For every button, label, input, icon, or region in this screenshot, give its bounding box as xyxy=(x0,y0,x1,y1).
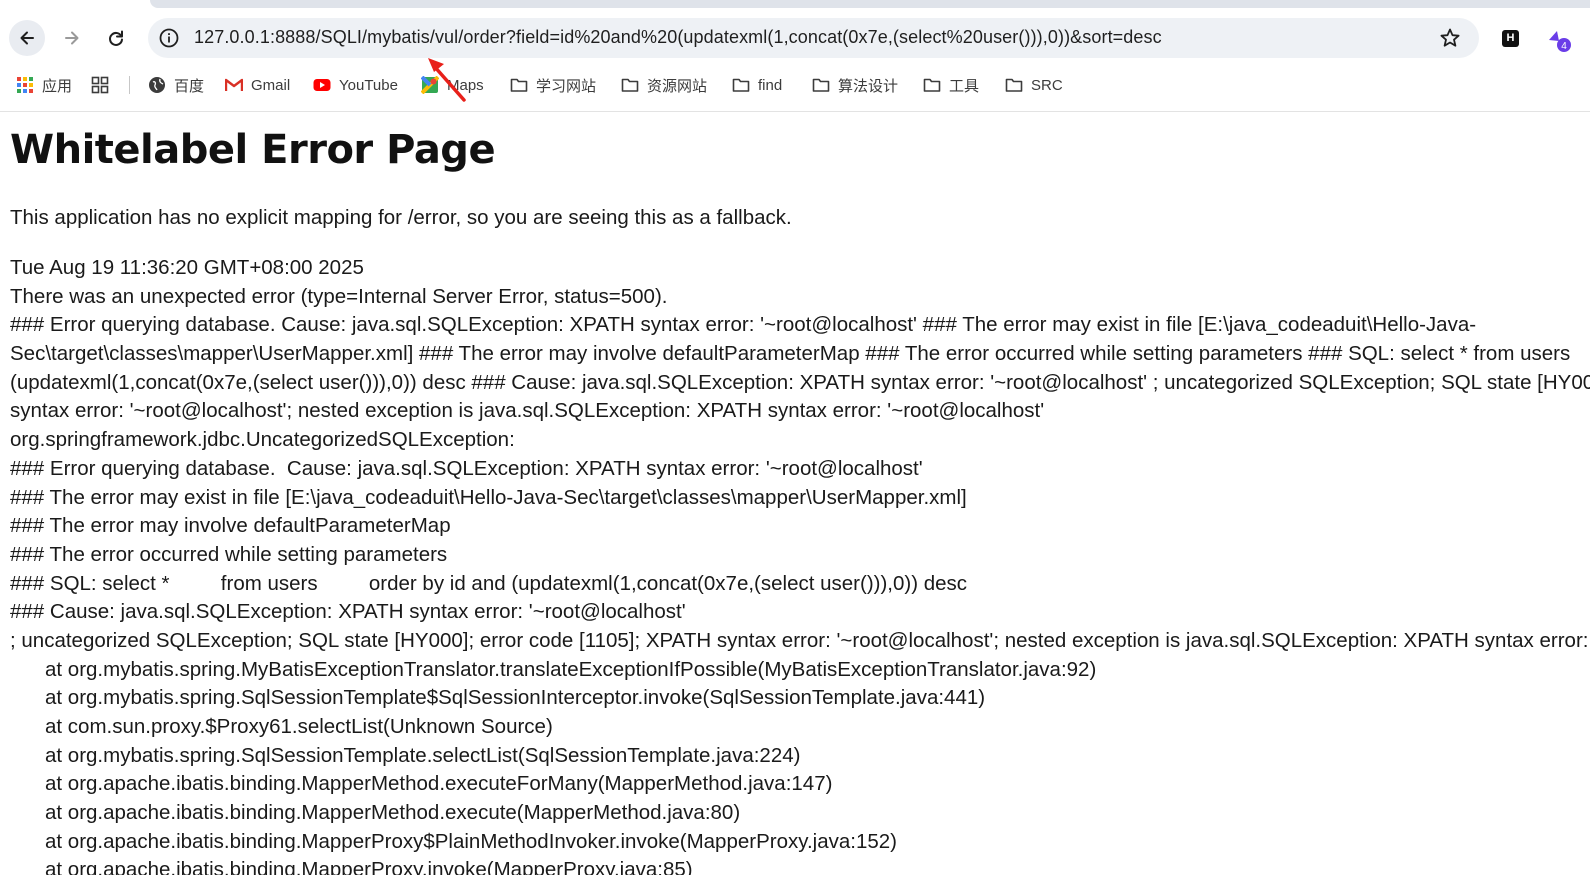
bookmarks-bar: 应用 百度 Gmail YouTube Maps 学习网站 资源网站 find … xyxy=(0,70,1590,100)
folder-icon xyxy=(923,78,941,92)
error-detail-line: Sec\target\classes\mapper\UserMapper.xml… xyxy=(10,342,1571,366)
error-detail-line: at org.mybatis.spring.MyBatisExceptionTr… xyxy=(45,657,1097,681)
error-detail-line: ; uncategorized SQLException; SQL state … xyxy=(10,628,1590,652)
bookmark-baidu[interactable]: 百度 xyxy=(148,73,204,97)
bookmarks-divider xyxy=(129,76,130,94)
bookmark-folder-tools[interactable]: 工具 xyxy=(923,73,979,97)
bookmark-star-icon[interactable] xyxy=(1439,27,1461,49)
bookmark-folder-resources[interactable]: 资源网站 xyxy=(621,73,707,97)
error-detail-line: org.springframework.jdbc.UncategorizedSQ… xyxy=(10,428,515,452)
error-detail-line: at org.apache.ibatis.binding.MapperProxy… xyxy=(45,858,693,875)
url-text[interactable]: 127.0.0.1:8888/SQLI/mybatis/vul/order?fi… xyxy=(194,27,1162,48)
bookmark-label: SRC xyxy=(1031,76,1063,94)
bookmark-label: find xyxy=(758,76,783,94)
bookmark-folder-find[interactable]: find xyxy=(732,73,782,97)
bookmark-label: 百度 xyxy=(174,77,205,95)
extension-badge-count: 4 xyxy=(1561,41,1567,52)
maps-icon xyxy=(421,76,439,94)
site-info-icon[interactable] xyxy=(158,27,180,49)
bookmark-gmail[interactable]: Gmail xyxy=(225,73,290,97)
bookmark-label: 应用 xyxy=(42,77,73,95)
bookmark-tab-groups[interactable] xyxy=(91,73,117,97)
error-detail-line: syntax error: '~root@localhost'; nested … xyxy=(10,399,1045,423)
bookmark-label: 学习网站 xyxy=(536,77,597,95)
page-title: Whitelabel Error Page xyxy=(10,127,496,173)
error-detail-line: at org.mybatis.spring.SqlSessionTemplate… xyxy=(45,743,801,767)
bookmark-label: 资源网站 xyxy=(647,77,708,95)
folder-icon xyxy=(510,78,528,92)
back-button[interactable] xyxy=(9,20,45,56)
browser-chrome: 127.0.0.1:8888/SQLI/mybatis/vul/order?fi… xyxy=(0,0,1590,112)
error-detail-line: at org.apache.ibatis.binding.MapperProxy… xyxy=(45,829,897,853)
apps-grid-icon xyxy=(17,77,33,93)
bookmark-label: Gmail xyxy=(251,76,291,94)
gmail-icon xyxy=(225,78,243,91)
error-detail-line: ### Cause: java.sql.SQLException: XPATH … xyxy=(10,600,686,624)
bookmark-label: 工具 xyxy=(949,77,980,95)
bookmark-maps[interactable]: Maps xyxy=(421,73,484,97)
error-detail-line: Tue Aug 19 11:36:20 GMT+08:00 2025 xyxy=(10,256,364,279)
folder-icon xyxy=(732,78,750,92)
globe-icon xyxy=(149,77,165,93)
bookmark-folder-study[interactable]: 学习网站 xyxy=(510,73,596,97)
folder-icon xyxy=(1005,78,1023,92)
error-detail-line: at org.apache.ibatis.binding.MapperMetho… xyxy=(45,772,833,796)
error-detail-line: ### The error may exist in file [E:\java… xyxy=(10,485,967,509)
error-detail-line: ### SQL: select * from users order by id… xyxy=(10,571,968,595)
error-detail-line: ### The error occurred while setting par… xyxy=(10,542,448,566)
error-detail-line: (updatexml(1,concat(0x7e,(select user())… xyxy=(10,370,1590,394)
extension-badge-icon[interactable]: 4 xyxy=(1547,28,1571,52)
forward-button[interactable] xyxy=(54,20,90,56)
folder-icon xyxy=(812,78,830,92)
bookmark-label: 算法设计 xyxy=(838,77,899,95)
reload-button[interactable] xyxy=(98,20,134,56)
bookmark-apps[interactable]: 应用 xyxy=(16,73,72,97)
arrow-right-icon xyxy=(65,31,79,45)
error-description: This application has no explicit mapping… xyxy=(10,206,792,229)
youtube-icon xyxy=(313,79,331,91)
reload-icon xyxy=(109,30,123,46)
error-detail-line: There was an unexpected error (type=Inte… xyxy=(10,284,668,308)
error-detail-line: at org.apache.ibatis.binding.MapperMetho… xyxy=(45,801,741,825)
error-detail-line: ### Error querying database. Cause: java… xyxy=(10,313,1477,337)
error-detail-line: ### The error may involve defaultParamet… xyxy=(10,514,451,538)
bookmark-label: YouTube xyxy=(339,76,398,94)
tab-groups-icon xyxy=(91,76,109,94)
address-bar[interactable]: 127.0.0.1:8888/SQLI/mybatis/vul/order?fi… xyxy=(148,18,1479,58)
bookmark-youtube[interactable]: YouTube xyxy=(313,73,398,97)
extension-h-icon[interactable]: H xyxy=(1502,30,1519,47)
folder-icon xyxy=(621,78,639,92)
bookmark-folder-algorithm[interactable]: 算法设计 xyxy=(812,73,898,97)
error-detail-line: at com.sun.proxy.$Proxy61.selectList(Unk… xyxy=(45,715,553,738)
error-details: Tue Aug 19 11:36:20 GMT+08:00 2025 There … xyxy=(10,254,1590,875)
error-page: Whitelabel Error Page This application h… xyxy=(10,112,1590,875)
arrow-left-icon xyxy=(20,31,34,45)
tab-strip xyxy=(0,0,1590,8)
error-detail-line: at org.mybatis.spring.SqlSessionTemplate… xyxy=(45,686,986,710)
bookmark-folder-src[interactable]: SRC xyxy=(1005,73,1063,97)
bookmark-label: Maps xyxy=(447,76,484,94)
error-detail-line: ### Error querying database. Cause: java… xyxy=(10,456,923,480)
